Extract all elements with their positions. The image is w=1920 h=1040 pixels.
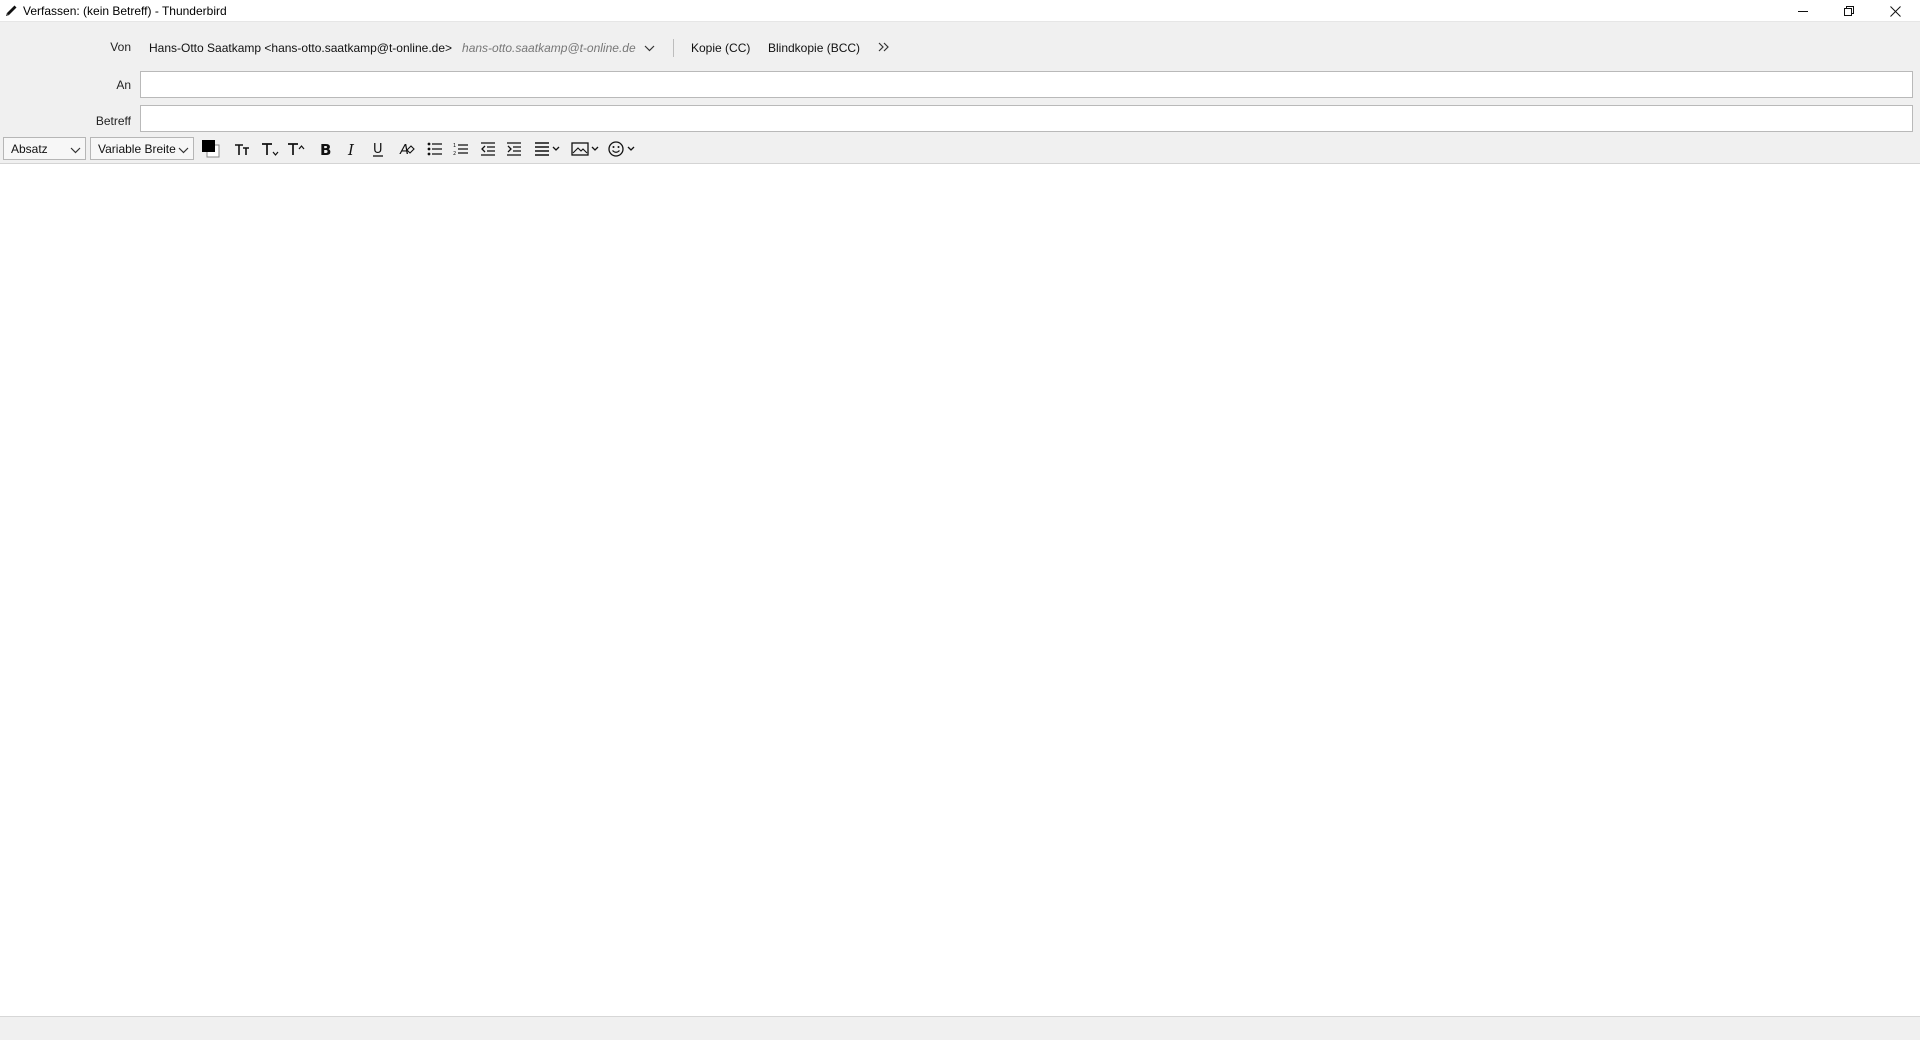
numbered-list-icon: 12 <box>453 142 469 156</box>
svg-text:B: B <box>320 141 331 157</box>
underline-icon: U <box>371 141 385 157</box>
close-icon <box>1889 5 1901 17</box>
font-family-select[interactable]: Variable Breite <box>90 137 194 160</box>
chevron-down-icon <box>644 45 655 52</box>
chevron-down-icon <box>70 143 81 157</box>
color-swatch-icon <box>200 138 222 160</box>
header-divider <box>673 39 674 57</box>
remove-formatting-button[interactable]: A <box>396 138 418 160</box>
from-label: Von <box>110 40 131 54</box>
format-toolbar: Absatz Variable Breite B I U A 1 2 <box>0 136 1920 164</box>
font-family-value: Variable Breite <box>98 141 176 156</box>
numbered-list-button[interactable]: 12 <box>450 138 472 160</box>
italic-icon: I <box>345 141 359 157</box>
bullet-list-button[interactable] <box>424 138 446 160</box>
message-body-editor[interactable] <box>0 165 1920 1016</box>
pencil-icon <box>4 3 19 18</box>
from-identity: Hans-Otto Saatkamp <hans-otto.saatkamp@t… <box>149 41 453 55</box>
restore-button[interactable] <box>1826 0 1872 22</box>
underline-button[interactable]: U <box>367 138 389 160</box>
to-label: An <box>116 78 131 92</box>
insert-image-icon <box>571 142 601 156</box>
svg-text:2: 2 <box>453 151 456 156</box>
larger-text-button[interactable] <box>285 138 307 160</box>
align-button[interactable] <box>533 138 563 160</box>
decrease-font-size-icon <box>234 141 252 157</box>
restore-icon <box>1843 5 1855 17</box>
text-color-button[interactable] <box>200 138 222 160</box>
close-button[interactable] <box>1872 0 1918 22</box>
smaller-text-button[interactable] <box>259 138 281 160</box>
minimize-button[interactable] <box>1780 0 1826 22</box>
to-input[interactable] <box>140 71 1913 98</box>
increase-font-size-icon <box>287 141 305 157</box>
paragraph-format-value: Absatz <box>11 141 48 156</box>
window-title: Verfassen: (kein Betreff) - Thunderbird <box>23 4 227 18</box>
cc-button[interactable]: Kopie (CC) <box>691 39 750 57</box>
svg-text:U: U <box>373 142 383 157</box>
chevron-down-icon <box>178 143 189 157</box>
subject-label: Betreff <box>95 114 131 128</box>
outdent-icon <box>480 142 496 156</box>
bold-button[interactable]: B <box>315 138 337 160</box>
decrease-font-size-button[interactable] <box>232 138 254 160</box>
emoji-button[interactable] <box>607 138 639 160</box>
subscript-smaller-icon <box>261 141 279 157</box>
from-identity-selector[interactable]: Hans-Otto Saatkamp <hans-otto.saatkamp@t… <box>149 39 655 57</box>
remove-formatting-icon: A <box>399 141 415 157</box>
title-bar: Verfassen: (kein Betreff) - Thunderbird <box>0 0 1920 22</box>
more-headers-button[interactable] <box>874 39 892 57</box>
minimize-icon <box>1797 6 1809 17</box>
svg-text:I: I <box>347 141 355 157</box>
paragraph-format-select[interactable]: Absatz <box>3 137 86 160</box>
emoji-icon <box>608 141 638 157</box>
bcc-button[interactable]: Blindkopie (BCC) <box>768 39 860 57</box>
insert-button[interactable] <box>570 138 602 160</box>
indent-button[interactable] <box>503 138 525 160</box>
italic-button[interactable]: I <box>341 138 363 160</box>
align-icon <box>534 142 562 156</box>
indent-icon <box>506 142 522 156</box>
status-bar <box>0 1016 1920 1040</box>
compose-header: Von Hans-Otto Saatkamp <hans-otto.saatka… <box>0 22 1920 164</box>
subject-input[interactable] <box>140 105 1913 132</box>
double-chevron-right-icon <box>878 41 889 55</box>
bullet-list-icon <box>427 142 443 156</box>
from-address-hint: hans-otto.saatkamp@t-online.de <box>462 41 636 55</box>
outdent-button[interactable] <box>477 138 499 160</box>
svg-text:1: 1 <box>453 143 456 149</box>
bold-icon: B <box>319 141 333 157</box>
